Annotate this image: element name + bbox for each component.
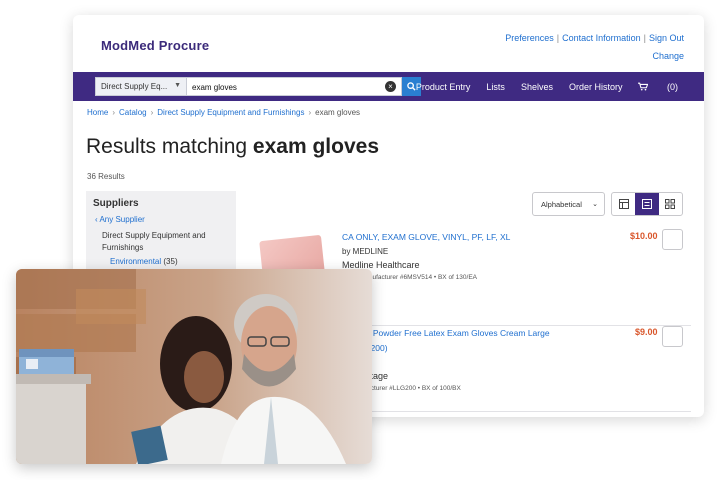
sort-value: Alphabetical — [541, 200, 582, 209]
filter-environmental[interactable]: Environmental (35) — [93, 257, 229, 266]
product-manufacturer: DEX — [345, 358, 625, 367]
product-name-link[interactable]: CA ONLY, EXAM GLOVE, VINYL, PF, LF, XL — [342, 230, 622, 245]
grid-view-icon — [665, 199, 676, 209]
filter-environmental-count: (35) — [163, 257, 178, 266]
product-name-link-cont[interactable]: x (LLG200) — [345, 341, 625, 356]
preferences-link[interactable]: Preferences — [505, 33, 554, 43]
breadcrumb: Home › Catalog › Direct Supply Equipment and… — [87, 108, 360, 117]
cart-button[interactable]: (0) — [638, 82, 678, 92]
nav-shelves[interactable]: Shelves — [521, 82, 553, 92]
product-item: x L200 Powder Free Latex Exam Gloves Cre… — [345, 326, 625, 392]
product-manufacturer: by MEDLINE — [342, 247, 389, 256]
product-item: CA ONLY, EXAM GLOVE, VINYL, PF, LF, XL b… — [342, 230, 622, 281]
clear-icon[interactable]: × — [385, 81, 396, 92]
product-price: $10.00 — [630, 231, 658, 241]
nav-menu: Product Entry Lists Shelves Order Histor… — [400, 72, 678, 101]
divider — [341, 411, 691, 412]
product-details: • Manufacturer #LLG200 • BX of 100/BX — [345, 385, 461, 392]
cart-icon — [638, 82, 649, 90]
list-view-icon — [641, 199, 652, 209]
product-name-link[interactable]: x L200 Powder Free Latex Exam Gloves Cre… — [345, 326, 625, 341]
chevron-right-icon: › — [308, 108, 312, 117]
change-link[interactable]: Change — [505, 47, 684, 65]
view-toggle — [611, 192, 683, 216]
filter-environmental-label: Environmental — [110, 257, 162, 266]
breadcrumb-catalog[interactable]: Catalog — [119, 108, 147, 117]
product-supplier: Advantage — [345, 371, 625, 381]
sort-select[interactable]: Alphabetical ⌄ — [532, 192, 605, 216]
any-supplier-link[interactable]: ‹ Any Supplier — [93, 215, 229, 224]
chevron-right-icon: › — [150, 108, 154, 117]
view-list-button[interactable] — [635, 193, 659, 215]
chevron-down-icon: ▼ — [174, 82, 181, 89]
separator: | — [556, 33, 560, 43]
search-scope-value: Direct Supply Eq... — [101, 82, 168, 91]
contact-information-link[interactable]: Contact Information — [562, 33, 641, 43]
search-query: exam gloves — [192, 83, 237, 92]
photo-illustration — [16, 269, 372, 464]
breadcrumb-current: exam gloves — [315, 108, 361, 117]
nav-lists[interactable]: Lists — [486, 82, 505, 92]
chevron-right-icon: › — [112, 108, 116, 117]
breadcrumb-home[interactable]: Home — [87, 108, 108, 117]
product-price: $9.00 — [635, 327, 658, 337]
table-view-icon — [618, 199, 629, 209]
account-links: Preferences | Contact Information | Sign Out… — [505, 29, 684, 65]
separator: | — [643, 33, 646, 43]
stage: ModMed Procure Preferences | Contact Infor… — [0, 0, 720, 480]
nav-order-history[interactable]: Order History — [569, 82, 623, 92]
results-count: 36 Results — [87, 172, 125, 181]
selected-supplier: Direct Supply Equipment and Furnishings — [102, 231, 206, 252]
warehouse-staff-photo — [16, 269, 372, 464]
view-grid-button[interactable] — [659, 193, 682, 215]
page-title: Results matching exam gloves — [86, 135, 379, 159]
page-title-term: exam gloves — [252, 135, 379, 158]
breadcrumb-supplier[interactable]: Direct Supply Equipment and Furnishings — [157, 108, 304, 117]
chevron-down-icon: ⌄ — [592, 201, 598, 208]
any-supplier-label: Any Supplier — [99, 215, 145, 224]
product-details: 14H • Manufacturer #6MSV514 • BX of 130/… — [342, 274, 477, 281]
nav-bar: Direct Supply Eq... ▼ exam gloves × Prod… — [73, 72, 704, 101]
cart-count: (0) — [667, 81, 678, 92]
select-checkbox[interactable] — [662, 229, 683, 250]
sign-out-link[interactable]: Sign Out — [649, 33, 684, 43]
select-checkbox[interactable] — [662, 326, 683, 347]
nav-product-entry[interactable]: Product Entry — [416, 82, 471, 92]
brand-logo[interactable]: ModMed Procure — [101, 38, 209, 53]
search-scope-select[interactable]: Direct Supply Eq... ▼ — [95, 77, 187, 96]
search-group: Direct Supply Eq... ▼ exam gloves × — [95, 77, 421, 96]
filter-title: Suppliers — [93, 198, 139, 209]
page-title-prefix: Results matching — [86, 135, 248, 158]
view-table-button[interactable] — [612, 193, 635, 215]
search-input[interactable]: exam gloves × — [187, 77, 402, 96]
product-supplier: Medline Healthcare — [342, 260, 420, 270]
